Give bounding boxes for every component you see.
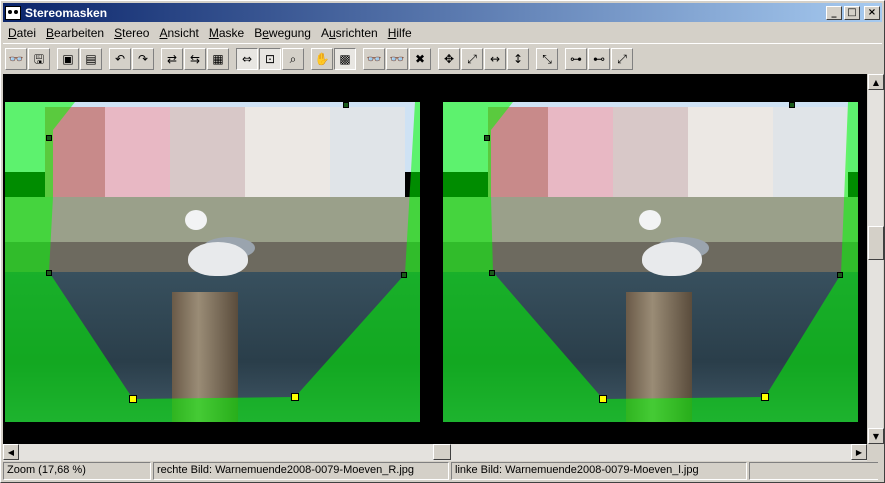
stereo-pair-button[interactable]: ▣ [57, 47, 79, 70]
move-all-icon: ✥ [443, 51, 455, 66]
align-rotate-icon: ⤢ [617, 51, 627, 66]
mask-handle[interactable] [343, 102, 349, 108]
menu-stereo[interactable]: Stereo [109, 26, 154, 40]
zoom-icon: ⌕ [289, 51, 297, 66]
swap-x-icon: ⇄ [166, 51, 178, 66]
hand-pan-icon: ✋ [314, 51, 330, 66]
main-window: Stereomasken _ □ × Datei Bearbeiten Stereo… [0, 0, 885, 483]
maximize-button[interactable]: □ [844, 5, 860, 20]
fit-window-icon: ⊡ [264, 51, 276, 66]
mask-handle[interactable] [46, 135, 52, 141]
stereo-open-icon: 👓 [8, 51, 24, 66]
delete-mask-icon: ✖ [414, 51, 426, 66]
mask-green-button[interactable]: ▩ [334, 47, 356, 70]
menu-hilfe[interactable]: Hilfe [383, 26, 417, 40]
zoom-status: Zoom (17,68 %) [3, 462, 151, 480]
save-button[interactable]: 🖫 [28, 47, 50, 70]
redo-button[interactable]: ↷ [132, 47, 154, 70]
status-extra [749, 462, 878, 480]
menu-bar: Datei Bearbeiten Stereo Ansicht Maske Bewegun… [3, 23, 882, 42]
mask-handle[interactable] [401, 272, 407, 278]
stereo-pair-icon: ▣ [62, 51, 74, 66]
stereo-viewport[interactable] [3, 74, 867, 444]
mask-handle-selected[interactable] [291, 393, 299, 401]
stereo-open-button[interactable]: 👓 [5, 47, 27, 70]
horizontal-scrollbar[interactable]: ◀ ▶ [3, 444, 867, 461]
split-view-button[interactable]: ▤ [80, 47, 102, 70]
zoom-button[interactable]: ⌕ [282, 47, 304, 70]
align-diagonal-button[interactable]: ⤡ [536, 47, 558, 70]
mask-green-icon: ▩ [339, 51, 351, 66]
align-rotate-button[interactable]: ⤢ [611, 47, 633, 70]
anaglyph-icon: 👓 [366, 51, 382, 66]
menu-bewegung[interactable]: Bewegung [249, 26, 316, 40]
mask-handle[interactable] [484, 135, 490, 141]
scroll-right-button[interactable]: ▶ [851, 444, 867, 460]
mask-handle-selected[interactable] [129, 395, 137, 403]
app-icon[interactable] [5, 5, 21, 20]
color-image-button[interactable]: ▦ [207, 47, 229, 70]
scroll-left-button[interactable]: ◀ [3, 444, 19, 460]
menu-ausrichten[interactable]: Ausrichten [316, 26, 383, 40]
undo-icon: ↶ [114, 51, 126, 66]
move-all-button[interactable]: ✥ [438, 47, 460, 70]
mask-handle-selected[interactable] [761, 393, 769, 401]
mask-handle[interactable] [46, 270, 52, 276]
minimize-button[interactable]: _ [826, 5, 842, 20]
status-bar: Zoom (17,68 %) rechte Bild: Warnemuende2… [3, 462, 882, 481]
align-points-2-icon: ⊷ [593, 51, 605, 66]
title-bar[interactable]: Stereomasken _ □ × [3, 3, 882, 22]
window-title: Stereomasken [25, 5, 108, 20]
mask-handle[interactable] [837, 272, 843, 278]
vertical-scrollbar[interactable]: ▲ ▼ [867, 74, 884, 444]
menu-ansicht[interactable]: Ansicht [154, 26, 203, 40]
delete-mask-button[interactable]: ✖ [409, 47, 431, 70]
left-eye-image[interactable] [443, 102, 858, 422]
swap-images-button[interactable]: ⇆ [184, 47, 206, 70]
swap-images-icon: ⇆ [189, 51, 201, 66]
align-points-icon: ⊶ [570, 51, 582, 66]
hand-pan-button[interactable]: ✋ [311, 47, 333, 70]
close-button[interactable]: × [864, 5, 880, 20]
color-image-icon: ▦ [212, 51, 224, 66]
right-eye-image[interactable] [5, 102, 420, 422]
anaglyph-bw-icon: 👓 [389, 51, 405, 66]
fit-width-button[interactable]: ⇔ [236, 47, 258, 70]
split-view-icon: ▤ [85, 51, 97, 66]
menu-maske[interactable]: Maske [204, 26, 249, 40]
undo-button[interactable]: ↶ [109, 47, 131, 70]
right-image-status: rechte Bild: Warnemuende2008-0079-Moeven… [153, 462, 449, 480]
redo-icon: ↷ [137, 51, 149, 66]
move-horizontal-icon: ↔ [489, 51, 501, 66]
scroll-down-button[interactable]: ▼ [868, 428, 884, 444]
align-points-button[interactable]: ⊶ [565, 47, 587, 70]
fit-width-icon: ⇔ [241, 51, 253, 66]
scroll-corner [867, 444, 883, 461]
menu-bearbeiten[interactable]: Bearbeiten [41, 26, 109, 40]
stereo-mask-overlay[interactable] [5, 102, 420, 422]
vertical-scroll-thumb[interactable] [868, 226, 884, 260]
move-vertical-icon: ↕ [512, 51, 524, 66]
move-horizontal-button[interactable]: ↔ [484, 47, 506, 70]
mask-handle-selected[interactable] [599, 395, 607, 403]
anaglyph-bw-button[interactable]: 👓 [386, 47, 408, 70]
menu-datei[interactable]: Datei [3, 26, 41, 40]
mask-handle[interactable] [789, 102, 795, 108]
swap-x-button[interactable]: ⇄ [161, 47, 183, 70]
scroll-up-button[interactable]: ▲ [868, 74, 884, 90]
move-diagonal-button[interactable]: ⤢ [461, 47, 483, 70]
anaglyph-button[interactable]: 👓 [363, 47, 385, 70]
horizontal-scroll-thumb[interactable] [433, 444, 451, 460]
move-diagonal-icon: ⤢ [467, 51, 477, 66]
stereo-mask-overlay[interactable] [443, 102, 858, 422]
fit-window-button[interactable]: ⊡ [259, 47, 281, 70]
align-diagonal-icon: ⤡ [542, 51, 552, 66]
save-icon: 🖫 [33, 51, 45, 66]
left-image-status: linke Bild: Warnemuende2008-0079-Moeven_… [451, 462, 747, 480]
move-vertical-button[interactable]: ↕ [507, 47, 529, 70]
mask-handle[interactable] [489, 270, 495, 276]
align-points-2-button[interactable]: ⊷ [588, 47, 610, 70]
toolbar: 👓 🖫 ▣ ▤ ↶ ↷ ⇄ ⇆ ▦ ⇔ ⊡ ⌕ ✋ ▩ 👓 👓 ✖ ✥ ⤢ ↔ ↕ ⤡ ⊶ ⊷ ⤢ [3, 43, 882, 73]
